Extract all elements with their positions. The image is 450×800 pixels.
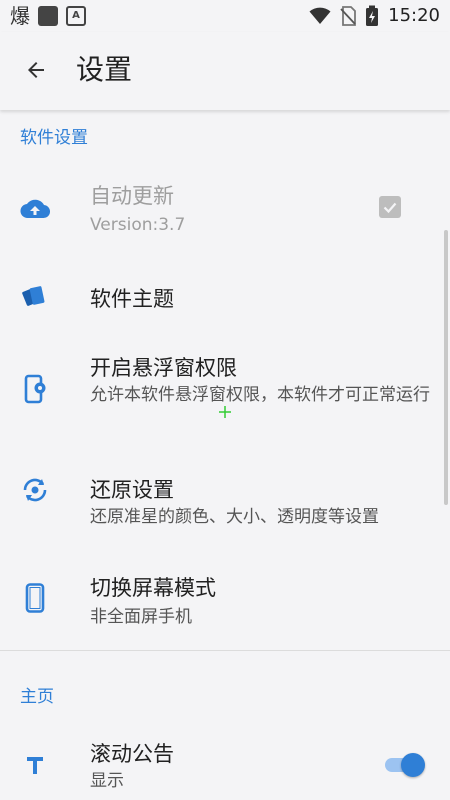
pref-screen-mode[interactable]: 切换屏幕模式 非全面屏手机	[0, 538, 450, 650]
restore-settings-summary: 还原准星的颜色、大小、透明度等设置	[90, 507, 379, 527]
pref-restore-settings[interactable]: 还原设置 还原准星的颜色、大小、透明度等设置	[0, 442, 450, 538]
settings-list[interactable]: 软件设置 自动更新 Version:3.7 软件主题 开启悬浮窗权限 允许本软件…	[0, 110, 450, 800]
pref-scrolling-announcement[interactable]: 滚动公告 显示	[0, 722, 450, 800]
screen-mode-summary: 非全面屏手机	[90, 607, 192, 627]
arrow-back-icon	[28, 62, 44, 78]
floating-window-title: 开启悬浮窗权限	[90, 356, 237, 380]
color-cards-icon	[20, 280, 50, 310]
software-theme-title: 软件主题	[90, 287, 174, 311]
screen-mode-title: 切换屏幕模式	[90, 576, 216, 600]
auto-update-title: 自动更新	[90, 184, 174, 208]
crosshair-icon[interactable]	[219, 406, 231, 418]
section-header-software: 软件设置	[20, 128, 88, 148]
restore-settings-title: 还原设置	[90, 478, 174, 502]
phone-icon	[20, 583, 50, 613]
back-button[interactable]	[16, 50, 56, 90]
scrolling-announcement-toggle[interactable]	[383, 750, 427, 780]
status-bar: 爆 A 15:20	[0, 0, 450, 32]
floating-window-summary: 允许本软件悬浮窗权限，本软件才可正常运行	[90, 385, 430, 405]
app-notification-icon: 爆	[10, 4, 30, 28]
a-app-icon: A	[66, 6, 86, 26]
phone-settings-icon	[20, 374, 50, 404]
app-bar: 设置	[0, 32, 450, 110]
restore-eye-icon	[20, 475, 50, 505]
toggle-thumb	[401, 753, 425, 777]
auto-update-checkbox	[379, 196, 401, 218]
cloud-upload-icon	[20, 194, 50, 224]
no-sim-icon	[340, 6, 357, 26]
page-title: 设置	[76, 53, 133, 86]
clock: 15:20	[388, 5, 440, 26]
battery-icon	[366, 5, 379, 26]
scrolling-announcement-title: 滚动公告	[90, 742, 174, 766]
wifi-icon	[309, 7, 331, 24]
section-divider	[0, 650, 450, 651]
square-icon	[38, 6, 58, 26]
pref-floating-window-permission[interactable]: 开启悬浮窗权限 允许本软件悬浮窗权限，本软件才可正常运行	[0, 336, 450, 442]
text-t-icon	[20, 750, 50, 780]
scrollbar[interactable]	[444, 230, 448, 505]
check-icon	[383, 202, 397, 214]
section-header-home: 主页	[20, 687, 54, 707]
pref-auto-update: 自动更新 Version:3.7	[0, 160, 450, 258]
pref-software-theme[interactable]: 软件主题	[0, 258, 450, 336]
